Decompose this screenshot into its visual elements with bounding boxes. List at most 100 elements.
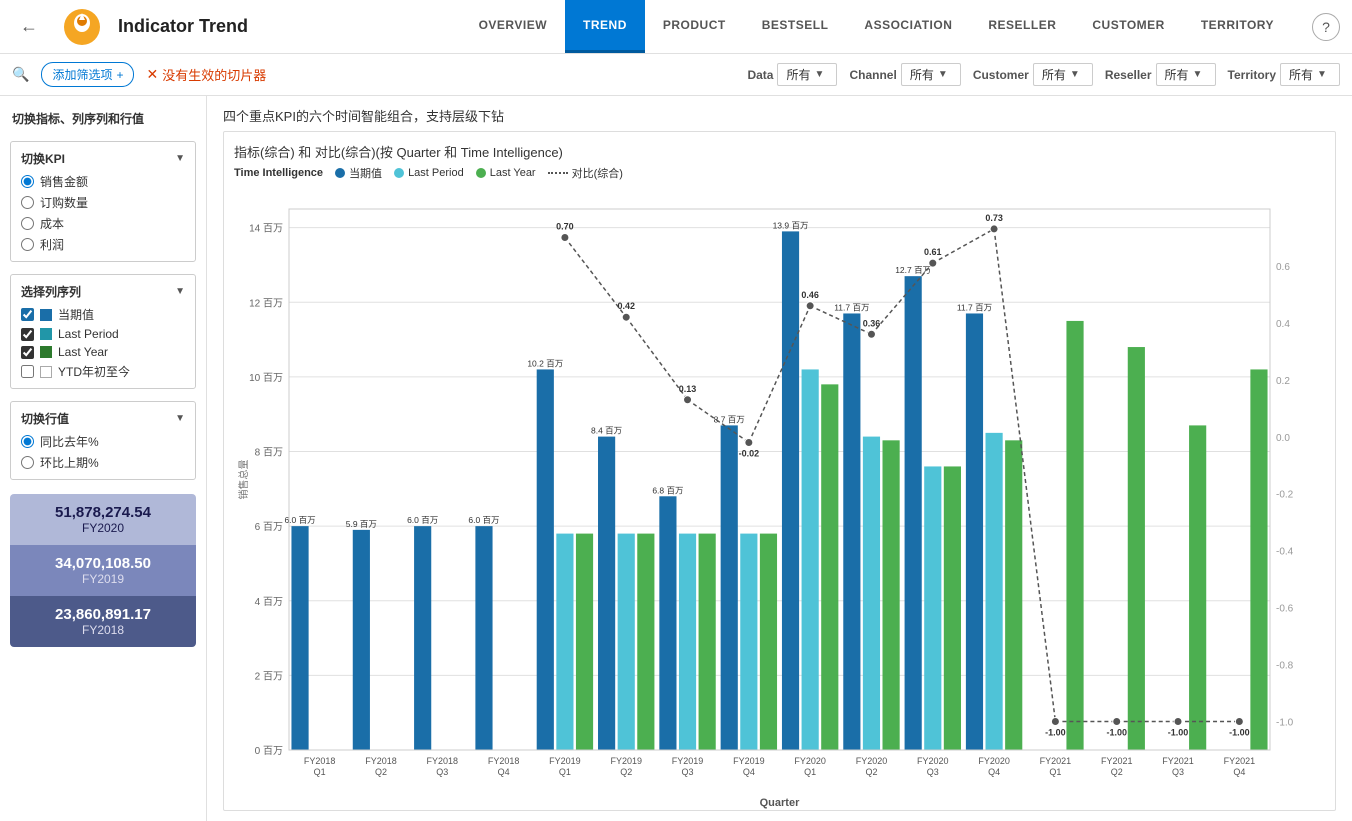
svg-text:FY2020: FY2020 (917, 756, 949, 766)
legend-current-icon (335, 168, 345, 178)
summary-card-fy2019: 34,070,108.50 FY2019 (10, 545, 196, 596)
svg-text:0.36: 0.36 (863, 318, 881, 328)
summary-cards: 51,878,274.54 FY2020 34,070,108.50 FY201… (10, 494, 196, 647)
summary-amount-fy2019: 34,070,108.50 (22, 555, 184, 572)
svg-text:Q2: Q2 (375, 767, 387, 777)
tab-bestsell[interactable]: BESTSELL (744, 0, 847, 53)
add-filter-button[interactable]: 添加筛选项 + (41, 62, 134, 87)
svg-text:FY2018: FY2018 (365, 756, 397, 766)
svg-text:FY2019: FY2019 (610, 756, 642, 766)
filter-data-select[interactable]: 所有 ▼ (777, 63, 837, 86)
legend-lastyear-icon (476, 168, 486, 178)
filter-channel-select[interactable]: 所有 ▼ (901, 63, 961, 86)
filter-territory: Territory 所有 ▼ (1228, 63, 1340, 86)
svg-text:Q1: Q1 (804, 767, 816, 777)
no-slicer-label: 没有生效的切片器 (162, 65, 266, 84)
series-last-year[interactable]: Last Year (21, 345, 185, 359)
svg-text:5.9 百万: 5.9 百万 (346, 519, 377, 529)
tab-trend[interactable]: TREND (565, 0, 645, 53)
tab-customer[interactable]: CUSTOMER (1074, 0, 1182, 53)
filter-customer-select[interactable]: 所有 ▼ (1033, 63, 1093, 86)
kpi-sales[interactable]: 销售金额 (21, 173, 185, 190)
legend-ratio-icon (548, 172, 568, 174)
value-options: 同比去年% 环比上期% (21, 433, 185, 471)
back-button[interactable]: ← (12, 12, 46, 41)
legend-current: 当期值 (335, 165, 382, 181)
legend-lastyear-label: Last Year (490, 167, 536, 179)
chart-title: 指标(综合) 和 对比(综合)(按 Quarter 和 Time Intelli… (234, 142, 1325, 161)
svg-text:0.42: 0.42 (617, 301, 635, 311)
filter-channel: Channel 所有 ▼ (849, 63, 960, 86)
series-last-period[interactable]: Last Period (21, 327, 185, 341)
series-current-color (40, 309, 52, 321)
summary-card-fy2018: 23,860,891.17 FY2018 (10, 596, 196, 647)
tab-overview[interactable]: OVERVIEW (461, 0, 565, 53)
kpi-section-header[interactable]: 切换KPI ▼ (21, 150, 185, 167)
tab-association[interactable]: ASSOCIATION (846, 0, 970, 53)
help-button[interactable]: ? (1312, 13, 1340, 41)
kpi-profit[interactable]: 利润 (21, 236, 185, 253)
series-lastperiod-color (40, 328, 52, 340)
svg-text:FY2021: FY2021 (1040, 756, 1072, 766)
summary-year-fy2020: FY2020 (22, 521, 184, 535)
value-mom[interactable]: 环比上期% (21, 454, 185, 471)
filter-data: Data 所有 ▼ (747, 63, 837, 86)
main-content: 切换指标、列序列和行值 切换KPI ▼ 销售金额 订购数量 (0, 96, 1352, 821)
svg-text:Quarter: Quarter (760, 797, 800, 809)
nav-tabs: OVERVIEW TREND PRODUCT BESTSELL ASSOCIAT… (461, 0, 1292, 53)
kpi-options: 销售金额 订购数量 成本 利润 (21, 173, 185, 253)
filter-bar: 🔍 添加筛选项 + ✕ 没有生效的切片器 Data 所有 ▼ Channel 所… (0, 54, 1352, 96)
kpi-cost[interactable]: 成本 (21, 215, 185, 232)
svg-text:FY2021: FY2021 (1101, 756, 1133, 766)
summary-year-fy2018: FY2018 (22, 623, 184, 637)
svg-text:0.0: 0.0 (1276, 433, 1290, 444)
svg-text:14 百万: 14 百万 (249, 223, 283, 235)
svg-text:FY2020: FY2020 (978, 756, 1010, 766)
search-icon[interactable]: 🔍 (12, 66, 29, 83)
svg-text:-0.02: -0.02 (739, 448, 760, 458)
svg-text:13.9 百万: 13.9 百万 (773, 220, 809, 230)
filter-customer: Customer 所有 ▼ (973, 63, 1093, 86)
value-section-header[interactable]: 切换行值 ▼ (21, 410, 185, 427)
tab-territory[interactable]: TERRITORY (1183, 0, 1292, 53)
tab-product[interactable]: PRODUCT (645, 0, 744, 53)
svg-text:Q4: Q4 (743, 767, 755, 777)
filter-territory-select[interactable]: 所有 ▼ (1280, 63, 1340, 86)
summary-amount-fy2020: 51,878,274.54 (22, 504, 184, 521)
svg-text:11.7 百万: 11.7 百万 (834, 302, 869, 312)
svg-text:6.0 百万: 6.0 百万 (468, 515, 499, 525)
svg-text:6.0 百万: 6.0 百万 (407, 515, 438, 525)
filter-customer-arrow-icon: ▼ (1070, 69, 1080, 80)
svg-text:8 百万: 8 百万 (255, 447, 283, 459)
filter-data-arrow-icon: ▼ (814, 69, 824, 80)
svg-text:0.46: 0.46 (801, 290, 819, 300)
svg-text:-1.00: -1.00 (1045, 728, 1066, 738)
series-ytd-color (40, 366, 52, 378)
tab-reseller[interactable]: RESELLER (970, 0, 1074, 53)
filter-data-label: Data (747, 68, 773, 82)
filter-reseller-select[interactable]: 所有 ▼ (1156, 63, 1216, 86)
svg-text:0.73: 0.73 (985, 213, 1003, 223)
no-slicer-indicator: ✕ 没有生效的切片器 (146, 65, 266, 84)
legend-lastperiod-icon (394, 168, 404, 178)
svg-text:10 百万: 10 百万 (249, 372, 283, 384)
series-current[interactable]: 当期值 (21, 306, 185, 323)
value-yoy[interactable]: 同比去年% (21, 433, 185, 450)
legend-last-year: Last Year (476, 167, 536, 179)
value-section: 切换行值 ▼ 同比去年% 环比上期% (10, 401, 196, 480)
add-filter-plus: + (116, 68, 123, 82)
summary-card-fy2020: 51,878,274.54 FY2020 (10, 494, 196, 545)
svg-text:Q4: Q4 (498, 767, 510, 777)
legend-lastperiod-label: Last Period (408, 167, 464, 179)
series-ytd[interactable]: YTD年初至今 (21, 363, 185, 380)
no-slicer-close-icon[interactable]: ✕ (146, 66, 158, 83)
svg-text:4 百万: 4 百万 (255, 596, 283, 608)
svg-text:-0.8: -0.8 (1276, 661, 1294, 672)
svg-text:FY2018: FY2018 (427, 756, 459, 766)
series-section-header[interactable]: 选择列序列 ▼ (21, 283, 185, 300)
kpi-orders[interactable]: 订购数量 (21, 194, 185, 211)
svg-text:Q1: Q1 (314, 767, 326, 777)
legend-last-period: Last Period (394, 167, 464, 179)
svg-text:0.70: 0.70 (556, 221, 574, 231)
filter-channel-label: Channel (849, 68, 896, 82)
